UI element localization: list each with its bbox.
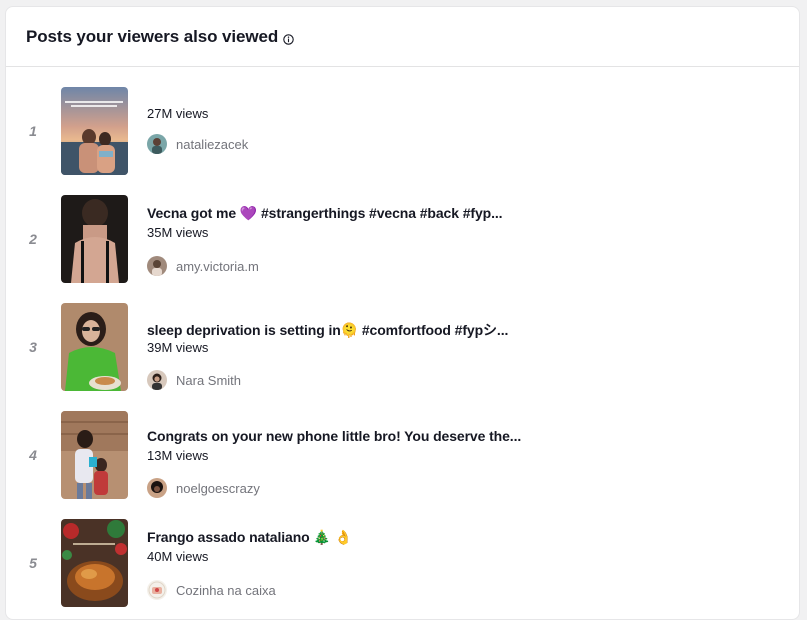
author-name: Nara Smith [176,372,242,388]
author-name: Cozinha na caixa [176,582,276,598]
post-row-5[interactable]: 5 Frango assado nataliano 🎄 👌 40M views … [6,519,799,619]
rank-number: 3 [29,339,37,355]
panel-title: Posts your viewers also viewed [26,26,279,46]
post-author[interactable]: amy.victoria.m [147,256,259,276]
avatar [147,478,167,498]
post-author[interactable]: Nara Smith [147,370,241,390]
author-name: nataliezacek [176,136,249,152]
avatar [147,256,167,276]
post-caption[interactable]: sleep deprivation is setting in🫠 #comfor… [147,320,508,340]
panel-header: Posts your viewers also viewed [6,7,799,67]
post-views: 27M views [147,106,209,121]
post-row-1[interactable]: 1 27M views nataliezacek [6,87,799,195]
post-thumbnail[interactable] [61,87,128,175]
post-views: 40M views [147,549,209,564]
post-row-3[interactable]: 3 sleep deprivation is setting in🫠 #comf… [6,303,799,411]
avatar [147,134,167,154]
info-icon[interactable] [283,32,294,45]
rank-number: 2 [29,231,37,247]
post-author[interactable]: Cozinha na caixa [147,580,276,600]
post-row-4[interactable]: 4 Congrats on your new phone little bro!… [6,411,799,519]
rank-number: 4 [29,447,37,463]
post-caption[interactable]: Vecna got me 💜 #strangerthings #vecna #b… [147,205,503,222]
post-views: 39M views [147,340,209,355]
author-name: amy.victoria.m [176,258,259,274]
avatar [147,370,167,390]
viewers-also-viewed-panel: Posts your viewers also viewed 1 27M vie… [5,6,800,620]
post-views: 13M views [147,448,209,463]
post-author[interactable]: nataliezacek [147,134,248,154]
post-thumbnail[interactable] [61,411,128,499]
post-author[interactable]: noelgoescrazy [147,478,260,498]
post-thumbnail[interactable] [61,303,128,391]
post-thumbnail[interactable] [61,195,128,283]
post-caption[interactable]: Congrats on your new phone little bro! Y… [147,428,521,444]
post-caption[interactable]: Frango assado nataliano 🎄 👌 [147,529,352,546]
post-thumbnail[interactable] [61,519,128,607]
author-name: noelgoescrazy [176,480,260,496]
rank-number: 5 [29,555,37,571]
post-row-2[interactable]: 2 Vecna got me 💜 #strangerthings #vecna … [6,195,799,303]
avatar [147,580,167,600]
post-views: 35M views [147,225,209,240]
rank-number: 1 [29,123,37,139]
